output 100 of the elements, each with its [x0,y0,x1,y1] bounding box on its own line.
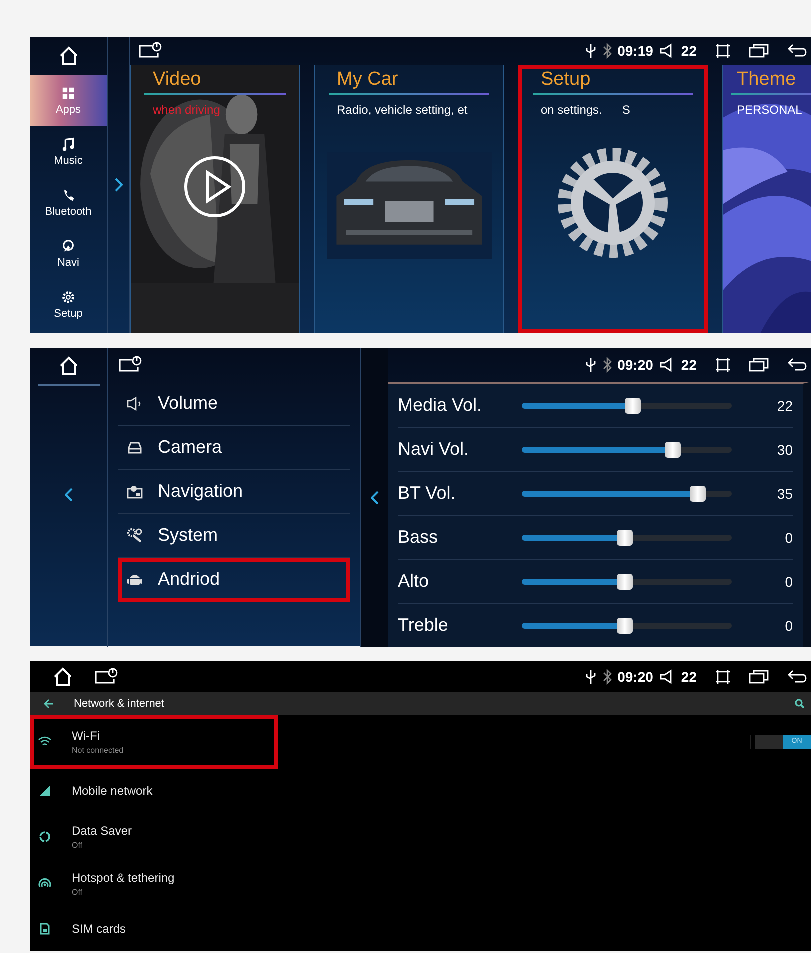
item-title: Wi-Fi [72,729,101,743]
item-title: Data Saver [72,824,132,838]
slider-label: Bass [398,527,440,548]
menu-item[interactable]: Navigation [118,470,350,514]
hotspot-icon [38,878,52,890]
slider-value: 22 [777,398,793,414]
screen-off-icon[interactable] [138,42,162,60]
sidebar-item[interactable]: Bluetooth [30,177,107,228]
slider-value: 0 [785,574,793,590]
volume-slider[interactable] [522,486,732,502]
wifi-icon [38,736,52,748]
page-title: Network & internet [74,698,164,710]
card-subtitle: PERSONAL [737,103,802,117]
search-icon[interactable] [795,698,805,709]
clock-time: 09:20 [618,357,654,373]
screenshot-icon[interactable] [715,43,731,59]
sim-card-icon [38,923,52,935]
music-note-icon [61,136,76,152]
item-title: SIM cards [72,922,126,936]
settings-item[interactable]: Data Saver Off [30,813,278,860]
volume-level: 22 [681,668,697,685]
card-subtitle: Radio, vehicle setting, et [337,103,468,117]
bluetooth-icon [602,357,612,373]
usb-icon [584,43,597,59]
chevron-left-icon[interactable] [62,486,74,504]
windows-icon[interactable] [749,357,769,373]
slider-label: BT Vol. [398,483,457,504]
bluetooth-icon [602,43,612,59]
item-title: Hotspot & tethering [72,870,175,884]
app-card[interactable]: Theme PERSONAL [722,65,811,333]
menu-item[interactable]: Camera [118,426,350,470]
windows-icon[interactable] [749,668,769,685]
slider-value: 30 [777,442,793,458]
screenshot-icon[interactable] [715,357,731,373]
home-button[interactable] [52,666,74,688]
home-icon [58,355,80,377]
sidebar-item[interactable]: Music [30,126,107,177]
item-summary: Off [72,840,84,850]
back-icon[interactable] [787,43,809,59]
chevron-right-icon[interactable] [112,176,124,194]
screen-off-icon[interactable] [118,356,142,374]
volume-level: 22 [681,357,697,373]
card-subtitle: on settings. S [541,103,630,117]
volume-level: 22 [681,43,697,59]
play-icon[interactable] [183,155,247,219]
slider-label: Navi Vol. [398,439,470,460]
card-title: Theme [737,69,796,91]
gear-icon [61,290,76,304]
location-icon [61,238,76,254]
apps-grid-icon [61,86,76,100]
usb-icon [584,357,597,373]
home-icon [58,45,80,67]
slider-value: 0 [785,530,793,546]
chevron-left-icon[interactable] [368,488,380,506]
card-title: Setup [541,69,591,91]
bluetooth-icon [602,668,612,685]
sidebar-item[interactable]: Setup [30,279,107,330]
data-saver-icon [38,830,52,842]
card-title: My Car [337,69,398,91]
slider-label: Media Vol. [398,395,484,416]
clock-time: 09:20 [618,668,654,685]
clock-time: 09:19 [618,43,654,59]
menu-item[interactable]: Volume [118,382,350,426]
screen-off-icon[interactable] [94,668,118,686]
menu-item[interactable]: Andriod [118,558,350,602]
slider-value: 0 [785,618,793,634]
settings-item[interactable]: Wi-Fi Not connected [30,715,278,769]
item-summary: Off [72,888,84,896]
volume-slider[interactable] [522,530,732,546]
screenshot-icon[interactable] [715,668,731,685]
app-card[interactable]: Setup on settings. S [518,65,708,333]
app-card[interactable]: Video when driving [130,65,300,333]
app-card[interactable]: My Car Radio, vehicle setting, et [314,65,504,333]
back-icon[interactable] [787,357,809,373]
item-summary: Not connected [72,746,124,755]
usb-icon [584,668,597,685]
item-title: Mobile network [72,784,153,798]
back-arrow-icon[interactable] [44,698,54,709]
tools-icon [126,528,144,544]
card-subtitle: when driving [153,103,220,117]
settings-item[interactable]: Hotspot & tethering Off [30,860,278,907]
signal-icon [38,785,52,797]
sidebar-item[interactable]: Navi [30,228,107,279]
windows-icon[interactable] [749,43,769,59]
sidebar-item[interactable]: Apps [30,75,107,126]
car-icon [126,440,144,456]
settings-item[interactable]: Mobile network [30,769,278,813]
card-title: Video [153,69,202,91]
home-icon [52,666,74,688]
volume-slider[interactable] [522,618,732,634]
slider-value: 35 [777,486,793,502]
menu-item[interactable]: System [118,514,350,558]
slider-label: Alto [398,571,430,592]
volume-slider[interactable] [522,398,732,414]
slider-label: Treble [398,615,450,636]
map-icon [126,484,144,500]
volume-slider[interactable] [522,574,732,590]
settings-item[interactable]: SIM cards [30,907,278,951]
back-icon[interactable] [787,668,809,685]
volume-slider[interactable] [522,442,732,458]
